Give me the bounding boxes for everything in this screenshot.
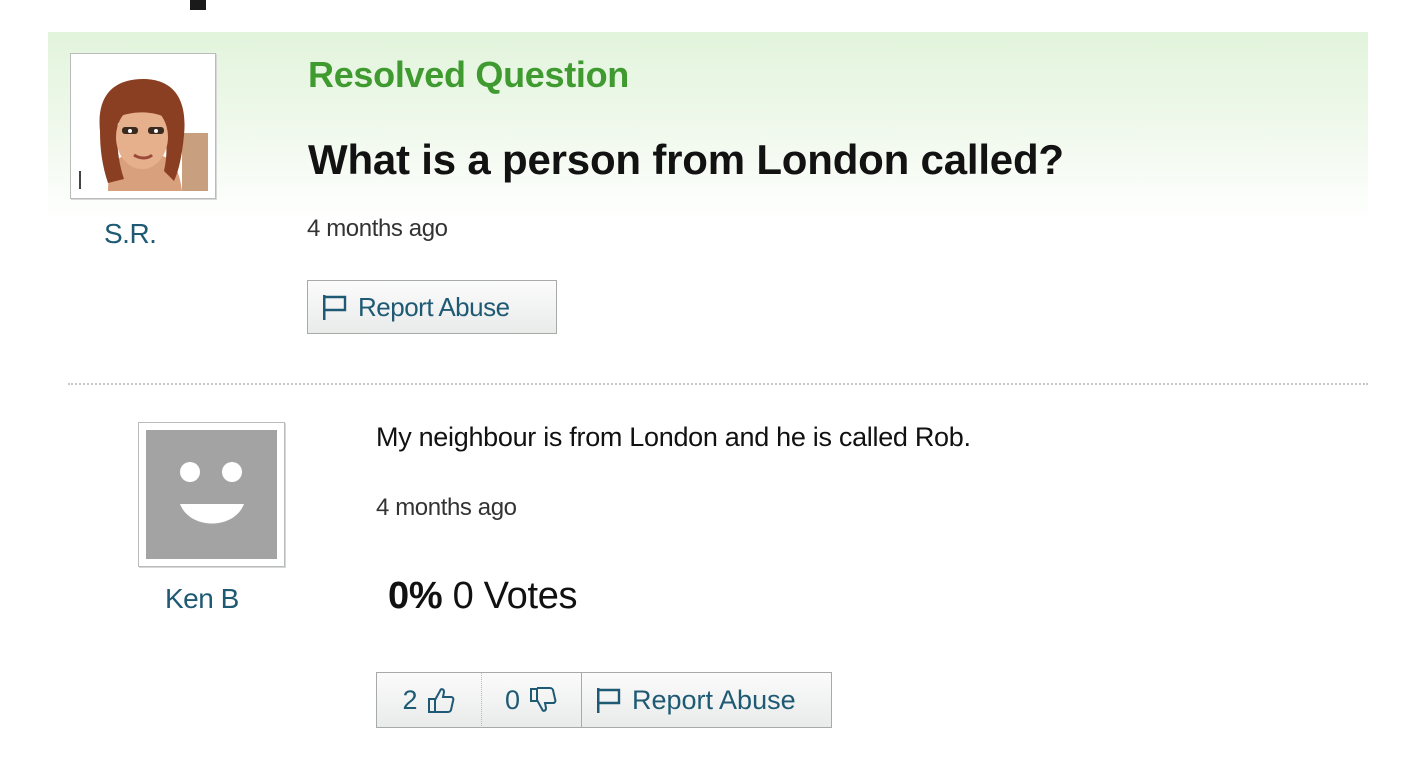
answerer-name-link[interactable]: Ken B xyxy=(165,583,239,615)
answerer-avatar[interactable] xyxy=(138,422,285,567)
thumbs-up-icon xyxy=(427,688,454,713)
smiley-placeholder-avatar-icon xyxy=(146,430,277,559)
resolved-question-label: Resolved Question xyxy=(308,54,629,95)
answer-report-abuse-button[interactable]: Report Abuse xyxy=(582,672,832,728)
question-report-abuse-button[interactable]: Report Abuse xyxy=(307,280,557,334)
answer-text: My neighbour is from London and he is ca… xyxy=(376,422,971,452)
flag-icon xyxy=(597,688,621,713)
female-cartoon-avatar-icon xyxy=(78,61,208,191)
flag-icon xyxy=(323,295,347,320)
thumbs-down-icon xyxy=(530,687,557,712)
vote-summary: 0% 0 Votes xyxy=(388,575,578,618)
top-edge-fragment xyxy=(190,0,206,10)
thumbs-up-button[interactable]: 2 xyxy=(376,672,482,728)
section-divider xyxy=(68,383,1368,385)
question-title: What is a person from London called? xyxy=(308,136,1064,183)
question-timestamp: 4 months ago xyxy=(307,215,448,242)
thumbs-down-button[interactable]: 0 xyxy=(482,672,582,728)
answer-timestamp: 4 months ago xyxy=(376,494,517,521)
thumbs-up-count: 2 xyxy=(402,684,418,715)
thumbs-down-count: 0 xyxy=(504,684,521,715)
answer-action-bar: 2 0 Report Abuse xyxy=(376,672,832,728)
vote-count: 0 Votes xyxy=(452,575,578,617)
qa-card: S.R. Resolved Question What is a person … xyxy=(48,32,1368,750)
report-abuse-label: Report Abuse xyxy=(358,291,510,322)
vote-percent: 0% xyxy=(388,575,443,617)
asker-avatar[interactable] xyxy=(70,53,216,199)
report-abuse-label: Report Abuse xyxy=(632,684,796,715)
asker-name-link[interactable]: S.R. xyxy=(104,218,157,250)
question-header-band xyxy=(48,32,1368,222)
